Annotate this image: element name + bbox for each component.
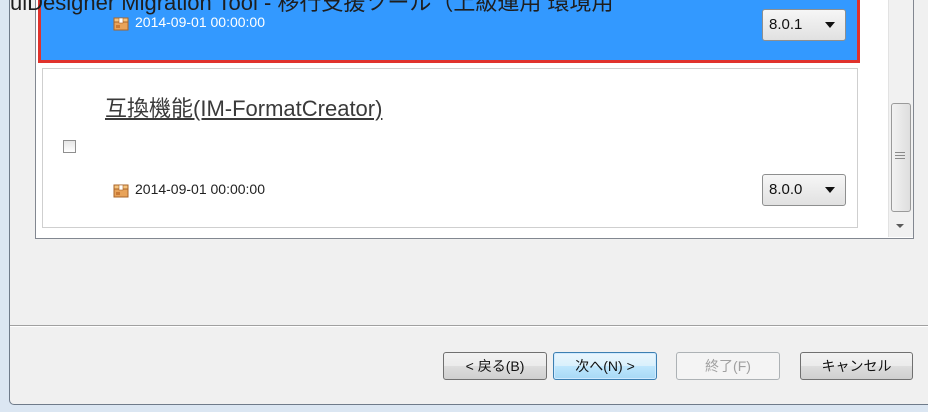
button-bar-separator bbox=[10, 325, 928, 327]
cancel-button[interactable]: キャンセル bbox=[800, 352, 913, 380]
chevron-down-icon bbox=[825, 22, 835, 28]
version-select-value: 8.0.1 bbox=[769, 16, 803, 33]
grip-icon bbox=[895, 155, 905, 156]
package-date: 2014-09-01 00:00:00 bbox=[135, 181, 265, 197]
package-icon bbox=[113, 184, 129, 198]
next-button[interactable]: 次へ(N) > bbox=[553, 352, 657, 380]
version-select[interactable]: 8.0.0 bbox=[762, 174, 846, 206]
version-select[interactable]: 8.0.1 bbox=[762, 9, 846, 41]
version-select-value: 8.0.0 bbox=[769, 181, 803, 198]
back-button[interactable]: < 戻る(B) bbox=[443, 352, 547, 380]
grip-icon bbox=[895, 158, 905, 159]
window-title-partial: uiDesigner Migration Tool - 移行支援ツール（上級運用… bbox=[10, 0, 614, 15]
scroll-down-arrow-icon[interactable] bbox=[896, 224, 904, 228]
package-icon bbox=[113, 17, 129, 31]
finish-button[interactable]: 終了(F) bbox=[676, 352, 780, 380]
chevron-down-icon bbox=[825, 187, 835, 193]
package-name: 互換機能(IM-FormatCreator) bbox=[105, 96, 383, 121]
package-checkbox[interactable] bbox=[63, 140, 76, 153]
grip-icon bbox=[895, 152, 905, 153]
